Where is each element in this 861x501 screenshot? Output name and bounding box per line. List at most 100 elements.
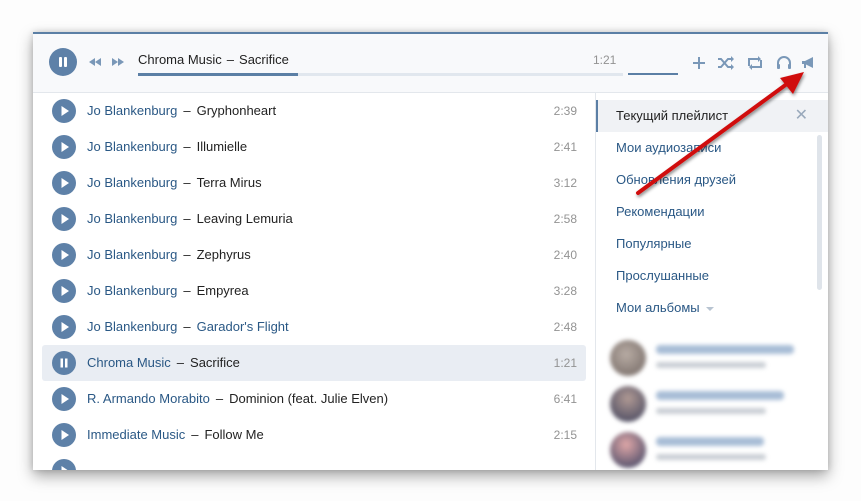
progress-fill: [138, 73, 299, 76]
track-artist[interactable]: Jo Blankenburg: [87, 103, 177, 118]
track-row[interactable]: Jo Blankenburg – Illumielle 2:41: [42, 129, 586, 165]
track-text: Jo Blankenburg – Gryphonheart: [87, 103, 276, 118]
friend-avatar: [610, 386, 646, 422]
track-title: Terra Mirus: [196, 175, 262, 190]
sidebar-item-label: Рекомендации: [616, 204, 705, 219]
progress-bar[interactable]: [138, 73, 623, 76]
sidebar-item[interactable]: Мои альбомы: [596, 292, 828, 324]
play-icon: [61, 394, 69, 404]
sidebar-item-current-playlist[interactable]: Текущий плейлист ✕: [596, 100, 828, 132]
track-row[interactable]: Chroma Music – Sacrifice 1:21: [42, 345, 586, 381]
track-title: Gryphonheart: [196, 103, 277, 118]
play-icon: [61, 466, 68, 470]
pause-button[interactable]: [52, 351, 76, 375]
play-button[interactable]: [52, 135, 76, 159]
play-icon: [61, 322, 69, 332]
now-playing-artist[interactable]: Chroma Music: [138, 52, 222, 67]
track-artist[interactable]: Immediate Music: [87, 427, 185, 442]
play-button[interactable]: [52, 315, 76, 339]
previous-track-button[interactable]: [88, 55, 102, 69]
play-button[interactable]: [52, 207, 76, 231]
sidebar-item[interactable]: Мои аудиозаписи: [596, 132, 828, 164]
play-button[interactable]: [52, 171, 76, 195]
track-row[interactable]: Jo Blankenburg – Garador's Flight 2:48: [42, 309, 586, 345]
track-separator: –: [191, 427, 199, 442]
play-icon: [61, 106, 69, 116]
sidebar-item[interactable]: Прослушанные: [596, 260, 828, 292]
broadcast-icon: [802, 57, 813, 68]
friend-item[interactable]: [608, 382, 808, 428]
track-row[interactable]: R. Armando Morabito – Dominion (feat. Juli…: [42, 381, 586, 417]
track-artist[interactable]: Jo Blankenburg: [87, 319, 177, 334]
add-icon: [693, 57, 705, 69]
play-button[interactable]: [52, 387, 76, 411]
track-title: Empyrea: [196, 283, 249, 298]
track-text: Immediate Music – Follow Me: [87, 427, 264, 442]
track-duration: 2:48: [553, 320, 577, 334]
volume-slider[interactable]: [628, 73, 678, 75]
now-playing-title: Chroma Music – Sacrifice: [138, 52, 289, 67]
play-icon: [61, 286, 69, 296]
play-button[interactable]: [52, 423, 76, 447]
close-icon[interactable]: ✕: [795, 100, 808, 132]
chevron-down-icon: [705, 306, 714, 311]
pause-button[interactable]: [49, 48, 77, 76]
pause-icon-bar: [64, 57, 67, 67]
pause-icon: [60, 358, 68, 368]
track-artist[interactable]: Jo Blankenburg: [87, 175, 177, 190]
track-row[interactable]: Immediate Music – Follow Me 2:15: [42, 417, 586, 453]
track-artist[interactable]: Jo Blankenburg: [87, 247, 177, 262]
sidebar-item[interactable]: Обновления друзей: [596, 164, 828, 196]
friend-item[interactable]: [608, 336, 808, 382]
track-row[interactable]: Jo Blankenburg – Zephyrus 2:40: [42, 237, 586, 273]
track-duration: 2:39: [553, 104, 577, 118]
track-separator: –: [176, 355, 185, 370]
track-artist[interactable]: Jo Blankenburg: [87, 283, 177, 298]
friend-item[interactable]: [608, 428, 808, 470]
track-title: Follow Me: [204, 427, 264, 442]
repeat-button[interactable]: [746, 54, 764, 72]
track-row-partial[interactable]: [42, 453, 586, 470]
track-row[interactable]: Jo Blankenburg – Terra Mirus 3:12: [42, 165, 586, 201]
play-icon: [61, 178, 69, 188]
play-button[interactable]: [52, 459, 76, 470]
track-artist[interactable]: Jo Blankenburg: [87, 139, 177, 154]
player-bar: Chroma Music – Sacrifice 1:21: [33, 34, 828, 93]
track-row[interactable]: Jo Blankenburg – Empyrea 3:28: [42, 273, 586, 309]
sidebar-item[interactable]: Популярные: [596, 228, 828, 260]
sidebar-scrollbar[interactable]: [817, 135, 822, 290]
play-button[interactable]: [52, 99, 76, 123]
elapsed-time: 1:21: [593, 53, 617, 67]
track-separator: –: [183, 319, 191, 334]
friend-name-blurred: [656, 391, 784, 400]
headphones-button[interactable]: [775, 54, 793, 72]
track-duration: 2:40: [553, 248, 577, 262]
play-button[interactable]: [52, 279, 76, 303]
shuffle-button[interactable]: [717, 54, 735, 72]
track-artist[interactable]: R. Armando Morabito: [87, 391, 210, 406]
track-separator: –: [215, 391, 224, 406]
track-duration: 2:58: [553, 212, 577, 226]
fast-forward-icon: [112, 58, 124, 66]
sidebar-item-label: Мои альбомы: [616, 300, 700, 315]
add-button[interactable]: [690, 54, 708, 72]
track-artist[interactable]: Chroma Music: [87, 355, 171, 370]
friend-avatar: [610, 432, 646, 468]
title-separator: –: [226, 52, 235, 67]
track-row[interactable]: Jo Blankenburg – Gryphonheart 2:39: [42, 93, 586, 129]
track-row[interactable]: Jo Blankenburg – Leaving Lemuria 2:58: [42, 201, 586, 237]
track-artist[interactable]: Jo Blankenburg: [87, 211, 177, 226]
track-separator: –: [183, 103, 191, 118]
track-title: Illumielle: [196, 139, 248, 154]
broadcast-button[interactable]: [799, 54, 817, 72]
next-track-button[interactable]: [111, 55, 125, 69]
play-button[interactable]: [52, 243, 76, 267]
friend-name-blurred: [656, 345, 794, 354]
audio-player-window: Chroma Music – Sacrifice 1:21 Jo Blankenbu…: [33, 32, 828, 470]
track-text: Jo Blankenburg – Garador's Flight: [87, 319, 289, 334]
track-duration: 3:12: [553, 176, 577, 190]
play-icon: [61, 250, 69, 260]
track-text: Jo Blankenburg – Zephyrus: [87, 247, 251, 262]
track-title[interactable]: Garador's Flight: [197, 319, 289, 334]
sidebar-item[interactable]: Рекомендации: [596, 196, 828, 228]
